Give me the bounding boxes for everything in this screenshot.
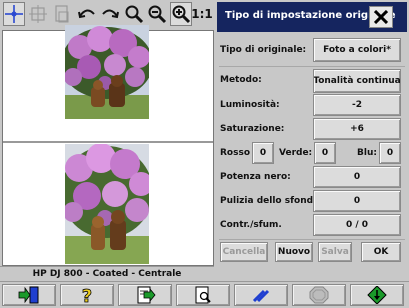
metodo-label: Metodo: (220, 75, 262, 85)
tipo-select[interactable]: Foto a colori* (313, 38, 401, 62)
close-icon[interactable] (369, 6, 393, 28)
verde-value[interactable]: 0 (314, 142, 336, 164)
zoom-out-icon[interactable] (146, 2, 168, 26)
result-preview (3, 143, 213, 265)
contr-value[interactable]: 0 / 0 (313, 214, 401, 236)
saturazione-value[interactable]: +6 (313, 118, 401, 140)
tipo-label: Tipo di originale: (220, 45, 307, 55)
line-icon[interactable] (234, 284, 288, 306)
status-bar: HP DJ 800 - Coated - Centrale (0, 266, 214, 281)
potenza-value[interactable]: 0 (313, 166, 401, 188)
help-icon[interactable]: ? (60, 284, 114, 306)
cancella-button[interactable]: Cancella (220, 242, 268, 262)
setup-icon[interactable] (118, 284, 172, 306)
pulizia-value[interactable]: 0 (313, 190, 401, 212)
contr-label: Contr./sfum. (220, 220, 282, 230)
metodo-select[interactable]: Tonalità continua (313, 69, 401, 93)
luminosita-value[interactable]: -2 (313, 94, 401, 116)
preview-area (2, 25, 214, 266)
original-preview (3, 25, 213, 141)
zoom-1to1-button[interactable]: 1:1 (191, 2, 213, 26)
undo-icon[interactable] (76, 2, 98, 26)
page-icon[interactable] (51, 2, 73, 26)
dialog-title-bar: Tipo di impostazione originale (217, 2, 407, 32)
redo-icon[interactable] (99, 2, 121, 26)
settings-dialog: Tipo di impostazione originale Tipo di o… (217, 2, 407, 264)
zoom-in-icon[interactable] (170, 2, 192, 26)
nuovo-button[interactable]: Nuovo (275, 242, 313, 262)
rosso-value[interactable]: 0 (252, 142, 274, 164)
separator (219, 66, 405, 67)
ok-button[interactable]: OK (361, 242, 401, 262)
svg-text:?: ? (82, 286, 92, 304)
potenza-label: Potenza nero: (220, 172, 291, 182)
stop-icon[interactable] (292, 284, 346, 306)
luminosita-label: Luminosità: (220, 100, 280, 110)
blu-value[interactable]: 0 (379, 142, 401, 164)
separator (219, 239, 405, 240)
verde-label: Verde: (279, 148, 313, 158)
saturazione-label: Saturazione: (220, 124, 285, 134)
crosshair-icon[interactable] (3, 2, 25, 26)
zoom-icon[interactable] (123, 2, 145, 26)
blu-label: Blu: (357, 148, 377, 158)
pulizia-label: Pulizia dello sfondo (220, 196, 320, 206)
exit-icon[interactable] (2, 284, 56, 306)
print-preview-icon[interactable] (176, 284, 230, 306)
rosso-label: Rosso (220, 148, 251, 158)
original-photo (65, 25, 149, 119)
salva-button[interactable]: Salva (318, 242, 352, 262)
start-icon[interactable] (350, 284, 404, 306)
move-icon[interactable] (27, 2, 49, 26)
bottom-bar: ? (0, 281, 409, 308)
result-photo (65, 144, 149, 264)
